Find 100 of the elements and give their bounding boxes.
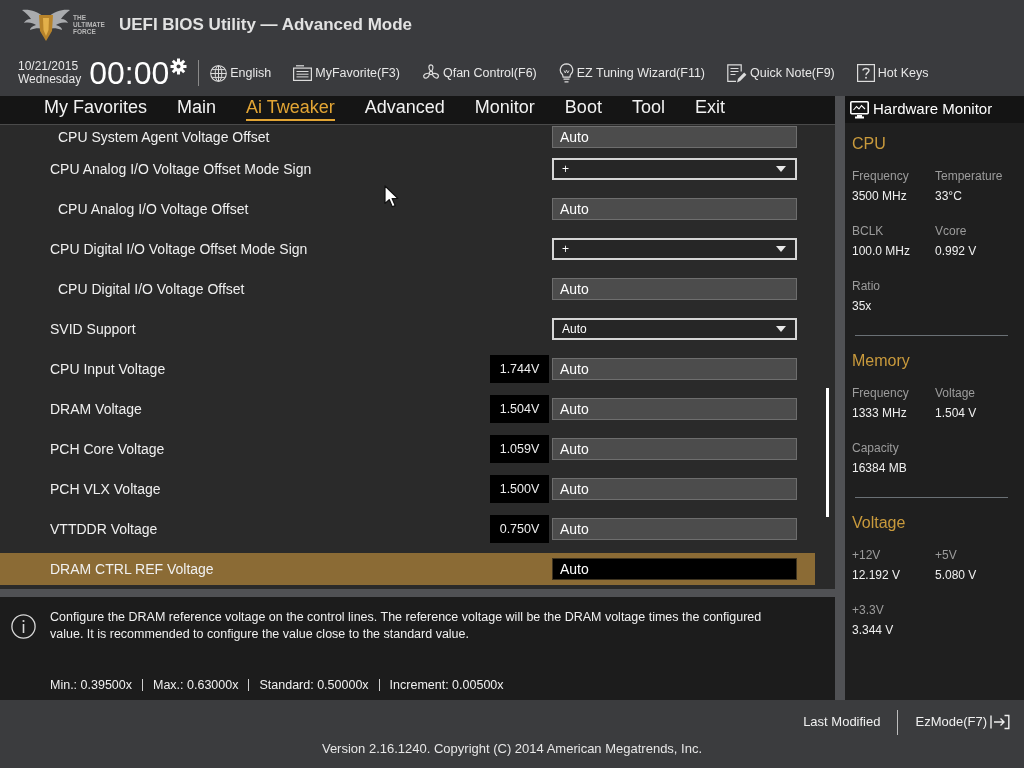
input-field[interactable]: Auto bbox=[552, 278, 797, 300]
quick-note-button[interactable]: Quick Note(F9) bbox=[727, 63, 835, 83]
setting-label: PCH VLX Voltage bbox=[49, 479, 162, 499]
setting-row[interactable]: CPU System Agent Voltage Offset Auto bbox=[0, 125, 815, 149]
tab[interactable]: Exit bbox=[694, 96, 725, 121]
setting-row[interactable]: DRAM CTRL REF Voltage Auto bbox=[0, 553, 815, 585]
gear-icon[interactable] bbox=[170, 58, 188, 75]
dropdown[interactable]: + bbox=[552, 158, 797, 180]
monitor-label: +5V bbox=[935, 548, 958, 562]
monitor-value: 12.192 V bbox=[852, 568, 902, 582]
monitor-value: 0.992 V bbox=[935, 244, 978, 258]
monitor-label: Voltage bbox=[935, 386, 977, 400]
voltage-reading: 1.744V bbox=[490, 355, 549, 383]
tab[interactable]: Boot bbox=[564, 96, 602, 121]
input-field[interactable]: Auto bbox=[552, 198, 797, 220]
window-title: UEFI BIOS Utility — Advanced Mode bbox=[118, 14, 413, 37]
lightbulb-icon bbox=[558, 63, 574, 83]
setting-row[interactable]: DRAM Voltage 1.504V Auto bbox=[0, 393, 815, 425]
last-modified-button[interactable]: Last Modified bbox=[803, 712, 881, 732]
monitor-value: 100.0 MHz bbox=[852, 244, 912, 258]
dropdown[interactable]: + bbox=[552, 238, 797, 260]
limit-text: Increment: 0.00500x bbox=[389, 677, 504, 693]
caret-icon bbox=[776, 246, 786, 252]
caret-icon bbox=[776, 326, 786, 332]
section-heading: Memory bbox=[851, 351, 911, 371]
monitor-label: BCLK bbox=[852, 224, 885, 238]
monitor-value: 1.504 V bbox=[935, 406, 978, 420]
note-pencil-icon bbox=[727, 63, 748, 83]
input-field[interactable]: Auto bbox=[552, 126, 797, 148]
favorites-button[interactable]: MyFavorite(F3) bbox=[293, 63, 400, 83]
exit-arrow-icon bbox=[990, 714, 1010, 730]
setting-label: CPU Input Voltage bbox=[49, 359, 167, 379]
monitor-label: Capacity bbox=[852, 441, 900, 455]
input-field[interactable]: Auto bbox=[552, 558, 797, 580]
setting-label: CPU Analog I/O Voltage Offset bbox=[57, 199, 250, 219]
info-icon bbox=[11, 614, 36, 639]
tab[interactable]: Advanced bbox=[364, 96, 445, 121]
voltage-reading: 1.504V bbox=[490, 395, 549, 423]
limit-text: Standard: 0.50000x bbox=[259, 677, 369, 693]
fan-icon bbox=[421, 64, 440, 82]
setting-label: DRAM CTRL REF Voltage bbox=[49, 559, 215, 579]
hot-keys-button[interactable]: Hot Keys bbox=[856, 63, 929, 83]
caret-icon bbox=[776, 166, 786, 172]
input-field[interactable]: Auto bbox=[552, 358, 797, 380]
setting-row[interactable]: PCH Core Voltage 1.059V Auto bbox=[0, 433, 815, 465]
setting-label: CPU Digital I/O Voltage Offset bbox=[57, 279, 246, 299]
monitor-value: 1333 MHz bbox=[852, 406, 908, 420]
setting-row[interactable]: SVID Support Auto bbox=[0, 313, 815, 345]
tab[interactable]: Monitor bbox=[474, 96, 535, 121]
section-heading: Voltage bbox=[851, 513, 907, 533]
clock-time: 00:00 bbox=[89, 57, 170, 89]
tab[interactable]: Ai Tweaker bbox=[246, 96, 335, 121]
section-heading: CPU bbox=[851, 134, 887, 154]
question-mark-icon bbox=[856, 64, 875, 82]
globe-icon bbox=[210, 64, 228, 82]
setting-label: PCH Core Voltage bbox=[49, 439, 166, 459]
setting-label: DRAM Voltage bbox=[49, 399, 143, 419]
monitor-value: 3.344 V bbox=[852, 623, 895, 637]
monitor-label: +12V bbox=[852, 548, 882, 562]
setting-row[interactable]: CPU Digital I/O Voltage Offset Auto bbox=[0, 273, 815, 305]
fan-control-button[interactable]: Qfan Control(F6) bbox=[421, 63, 537, 83]
input-field[interactable]: Auto bbox=[552, 478, 797, 500]
voltage-reading: 1.059V bbox=[490, 435, 549, 463]
monitor-label: Temperature bbox=[935, 169, 1004, 183]
setting-row[interactable]: VTTDDR Voltage 0.750V Auto bbox=[0, 513, 815, 545]
panel-title: Hardware Monitor bbox=[873, 99, 993, 120]
setting-label: CPU System Agent Voltage Offset bbox=[57, 127, 271, 147]
setting-row[interactable]: CPU Digital I/O Voltage Offset Mode Sign + bbox=[0, 233, 815, 265]
input-field[interactable]: Auto bbox=[552, 518, 797, 540]
dropdown[interactable]: Auto bbox=[552, 318, 797, 340]
list-card-icon bbox=[293, 65, 313, 81]
tab[interactable]: Main bbox=[177, 96, 217, 121]
monitor-value: 33°C bbox=[935, 189, 963, 203]
monitor-label: +3.3V bbox=[852, 603, 885, 617]
setting-label: CPU Digital I/O Voltage Offset Mode Sign bbox=[49, 239, 309, 259]
winged-shield-icon bbox=[22, 7, 70, 43]
setting-row[interactable]: CPU Input Voltage 1.744V Auto bbox=[0, 353, 815, 385]
monitor-value: 5.080 V bbox=[935, 568, 978, 582]
input-field[interactable]: Auto bbox=[552, 438, 797, 460]
monitor-value: 16384 MB bbox=[852, 461, 908, 475]
language-button[interactable]: English bbox=[210, 63, 272, 83]
setting-row[interactable]: PCH VLX Voltage 1.500V Auto bbox=[0, 473, 815, 505]
setting-row[interactable]: CPU Analog I/O Voltage Offset Auto bbox=[0, 193, 815, 225]
tab[interactable]: My Favorites bbox=[44, 96, 148, 121]
setting-row[interactable]: CPU Analog I/O Voltage Offset Mode Sign + bbox=[0, 153, 815, 185]
ez-mode-button[interactable]: EzMode(F7) bbox=[915, 712, 1010, 732]
monitor-label: Ratio bbox=[852, 279, 881, 293]
input-field[interactable]: Auto bbox=[552, 398, 797, 420]
monitor-value: 35x bbox=[852, 299, 873, 313]
tuning-wizard-button[interactable]: EZ Tuning Wizard(F11) bbox=[558, 63, 706, 83]
monitor-value: 3500 MHz bbox=[852, 189, 908, 203]
help-text: Configure the DRAM reference voltage on the control lines. The reference voltage will be the DRAM voltage times the configured value. It is recommended to configure the value close to the standard value. bbox=[50, 609, 763, 643]
voltage-reading: 1.500V bbox=[490, 475, 549, 503]
version-text: Version 2.16.1240. Copyright (C) 2014 American Megatrends, Inc. bbox=[321, 740, 703, 758]
monitor-icon bbox=[850, 100, 869, 119]
voltage-reading: 0.750V bbox=[490, 515, 549, 543]
date-text: 10/21/2015 bbox=[18, 60, 80, 73]
tab[interactable]: Tool bbox=[631, 96, 665, 121]
scrollbar-thumb[interactable] bbox=[826, 388, 829, 517]
monitor-label: Frequency bbox=[852, 386, 910, 400]
